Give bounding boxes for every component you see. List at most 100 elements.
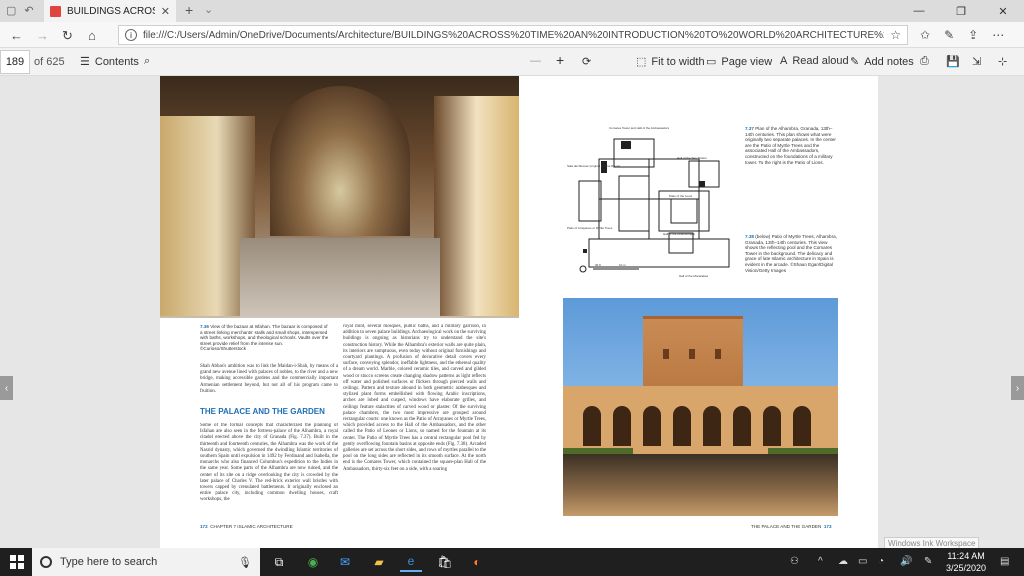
- chrome-icon[interactable]: ◉: [302, 552, 324, 572]
- edge-icon[interactable]: e: [400, 552, 422, 572]
- plan-label-comares: Comares Tower and Hall of the Ambassador…: [609, 126, 670, 130]
- volume-icon[interactable]: 🔊: [900, 556, 912, 567]
- pen-icon: ✎: [850, 56, 860, 68]
- bazaar-caption: 7.36 View of the bazaar at Isfahan. The …: [200, 324, 329, 352]
- read-aloud-button[interactable]: A Read aloud: [780, 55, 849, 67]
- store-icon[interactable]: 🛍: [434, 552, 456, 572]
- pin-button[interactable]: ⊹: [998, 55, 1007, 68]
- page-view-icon: ▭: [706, 56, 717, 68]
- next-page-arrow[interactable]: ›: [1011, 376, 1024, 400]
- previous-page-arrow[interactable]: ‹: [0, 376, 13, 400]
- chevron-up-icon[interactable]: ^: [818, 556, 823, 567]
- minimize-icon[interactable]: —: [898, 0, 940, 22]
- back-icon[interactable]: ←: [10, 28, 23, 43]
- search-pdf-button[interactable]: ⌕: [144, 55, 150, 68]
- left-folio: 172 CHAPTER 7 ISLAMIC ARCHITECTURE: [200, 524, 293, 529]
- save-icon: 💾: [946, 56, 960, 68]
- people-icon[interactable]: ⚇: [790, 556, 799, 567]
- forward-icon[interactable]: →: [36, 28, 49, 43]
- close-tab-icon[interactable]: ✕: [161, 5, 170, 18]
- new-tab-icon[interactable]: +: [185, 2, 193, 18]
- bazaar-photo: [160, 76, 519, 318]
- patio-myrtle-photo: [563, 298, 838, 516]
- page-view-label: Page view: [721, 55, 773, 68]
- save-as-button[interactable]: ⇲: [972, 55, 981, 68]
- pen-workspace-icon[interactable]: ✎: [924, 556, 932, 567]
- url-field[interactable]: i file:///C:/Users/Admin/OneDrive/Docume…: [118, 25, 908, 45]
- zoom-out-button[interactable]: —: [530, 55, 541, 67]
- right-page: Sala del Mexuar (original Throne Room) C…: [519, 76, 878, 548]
- plan-label-abencerrajes: Hall of the Abencerrajes: [663, 232, 695, 236]
- share-icon[interactable]: ⇪: [968, 28, 978, 42]
- right-col-text: royal mint, several mosques, public bath…: [343, 324, 486, 472]
- add-notes-button[interactable]: ✎ Add notes: [850, 55, 914, 69]
- refresh-icon[interactable]: ↻: [62, 28, 73, 44]
- favorite-star-icon[interactable]: ☆: [890, 28, 907, 42]
- print-button[interactable]: ⎙: [920, 55, 929, 68]
- clock-time: 11:24 AM: [947, 551, 985, 561]
- clock[interactable]: 11:24 AM 3/25/2020: [946, 550, 986, 574]
- plan-label-myrtle: Patio of Arrayanes or Myrtle Trees: [567, 226, 613, 230]
- print-icon: ⎙: [920, 55, 929, 67]
- microphone-icon[interactable]: 🎙: [238, 556, 252, 569]
- fit-width-icon: ⬚: [636, 56, 647, 68]
- window-controls: — ❐ ✕: [898, 0, 1024, 22]
- fit-width-label: Fit to width: [651, 55, 705, 68]
- plan-label-mexuar: Sala del Mexuar (original Throne Room): [567, 164, 620, 168]
- close-window-icon[interactable]: ✕: [982, 0, 1024, 22]
- tab-title: BUILDINGS ACROSS TIM: [67, 5, 155, 17]
- alhambra-plan: Sala del Mexuar (original Throne Room) C…: [567, 126, 730, 278]
- document-viewer[interactable]: ‹ › 7.36 View of the bazaar at Isfahan. …: [0, 76, 1024, 548]
- plan-caption: 7.37 Plan of the Alhambra, Granada, 13th…: [745, 126, 836, 165]
- onedrive-icon[interactable]: ☁: [838, 556, 848, 567]
- favorites-icon[interactable]: ✩: [920, 28, 930, 42]
- plan-scale-ft: 30 ft: [595, 263, 601, 267]
- left-col-text-2: Some of the formal concepts that charact…: [200, 423, 338, 503]
- plan-label-mocarabes: Hall of the Mocarabes: [679, 274, 709, 278]
- tab-list-icon[interactable]: ▢: [6, 4, 16, 17]
- task-view-icon[interactable]: ⧉: [268, 552, 290, 572]
- photo-caption: 7.38 (below) Patio of Myrtle Trees, Alha…: [745, 234, 837, 273]
- page-view-button[interactable]: ▭ Page view: [706, 55, 773, 69]
- save-button[interactable]: 💾: [946, 55, 960, 68]
- section-heading: THE PALACE AND THE GARDEN: [200, 407, 325, 416]
- battery-icon[interactable]: ▭: [858, 556, 867, 567]
- add-notes-label: Add notes: [864, 55, 914, 68]
- url-text[interactable]: file:///C:/Users/Admin/OneDrive/Document…: [143, 30, 884, 41]
- network-icon[interactable]: ◔: [878, 556, 884, 567]
- tab-active[interactable]: BUILDINGS ACROSS TIM ✕: [44, 0, 176, 22]
- cortana-icon: [40, 556, 52, 568]
- read-aloud-icon: A: [780, 55, 788, 67]
- info-icon[interactable]: i: [125, 29, 137, 41]
- right-folio: THE PALACE AND THE GARDEN 173: [751, 524, 832, 529]
- chevron-down-icon[interactable]: ⌄: [204, 3, 213, 16]
- firefox-icon[interactable]: ◐: [466, 552, 488, 572]
- list-icon: ☰: [80, 56, 90, 68]
- windows-start-icon[interactable]: [10, 555, 24, 569]
- read-aloud-label: Read aloud: [792, 55, 849, 67]
- tab-actions: ▢ ↶: [6, 4, 34, 17]
- home-icon[interactable]: ⌂: [88, 28, 96, 43]
- taskbar-search[interactable]: Type here to search 🎙: [32, 548, 260, 576]
- contents-label: Contents: [94, 55, 139, 68]
- page-number-input[interactable]: 189: [0, 50, 30, 74]
- browser-tools: ✩ ✎ ⇪ ⋯: [920, 28, 1004, 42]
- pdf-toolbar: 189 of 625 ☰ Contents ⌕ — + ⟳ ⬚ Fit to w…: [0, 48, 1024, 76]
- file-explorer-icon[interactable]: ▰: [368, 552, 390, 572]
- contents-button[interactable]: ☰ Contents: [80, 55, 139, 69]
- rotate-button[interactable]: ⟳: [582, 55, 591, 68]
- clock-date: 3/25/2020: [946, 563, 987, 573]
- search-placeholder: Type here to search: [60, 556, 158, 568]
- pdf-icon: [50, 5, 61, 17]
- more-icon[interactable]: ⋯: [992, 28, 1004, 42]
- zoom-in-button[interactable]: +: [556, 52, 564, 68]
- taskbar: Type here to search 🎙 ⧉ ◉ ✉ ▰ e 🛍 ◐ ⚇ ^ …: [0, 548, 1024, 576]
- search-icon: ⌕: [144, 55, 151, 67]
- restore-icon[interactable]: ❐: [940, 0, 982, 22]
- fit-to-width-button[interactable]: ⬚ Fit to width: [636, 55, 705, 69]
- save-as-icon: ⇲: [972, 56, 982, 68]
- notifications-icon[interactable]: ▤: [1000, 556, 1009, 567]
- tab-back-icon[interactable]: ↶: [24, 4, 33, 17]
- mail-icon[interactable]: ✉: [334, 552, 356, 572]
- pen-icon[interactable]: ✎: [944, 28, 954, 42]
